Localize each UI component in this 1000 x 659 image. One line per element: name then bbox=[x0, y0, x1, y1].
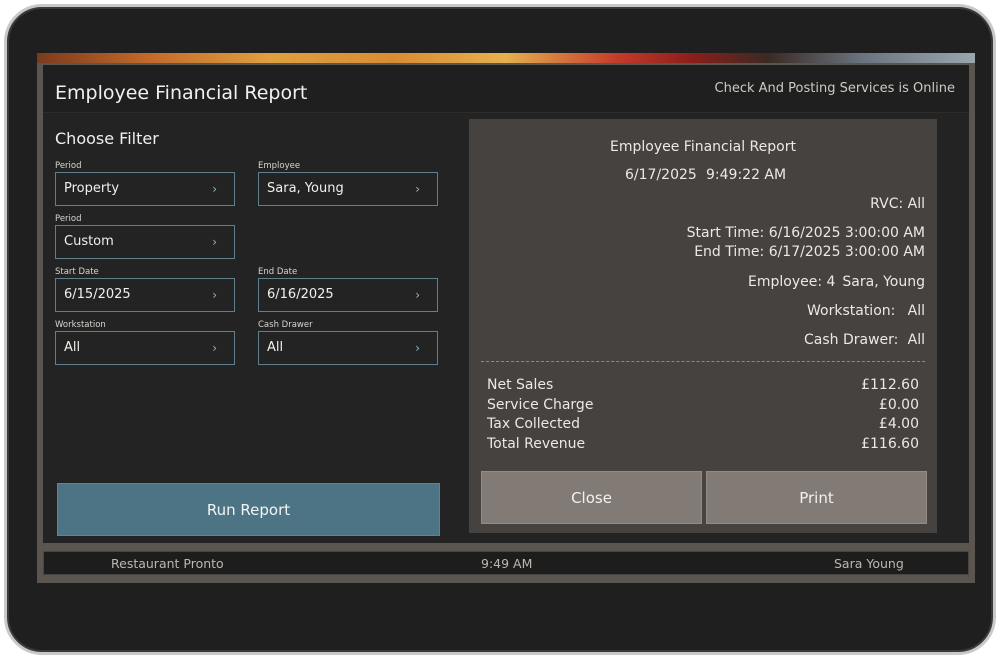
tax-collected-label: Tax Collected bbox=[487, 416, 580, 432]
chevron-right-icon: › bbox=[212, 341, 217, 355]
report-cash-drawer-label: Cash Drawer: bbox=[804, 332, 899, 348]
report-date: 6/17/2025 bbox=[625, 167, 697, 183]
period-label: Period bbox=[55, 161, 82, 171]
net-sales-value: £112.60 bbox=[861, 377, 919, 393]
report-title: Employee Financial Report bbox=[610, 139, 796, 155]
report-preview: Employee Financial Report 6/17/2025 9:49… bbox=[469, 119, 937, 533]
tablet-frame: Employee Financial Report Check And Post… bbox=[4, 4, 996, 655]
period-select[interactable]: Property › bbox=[55, 172, 235, 206]
chevron-right-icon: › bbox=[212, 288, 217, 302]
start-date-label: Start Date bbox=[55, 267, 99, 277]
total-revenue-label: Total Revenue bbox=[487, 436, 586, 452]
chevron-right-icon: › bbox=[212, 235, 217, 249]
print-button[interactable]: Print bbox=[706, 471, 927, 524]
end-date-value: 6/16/2025 bbox=[267, 287, 334, 302]
period-range-filter: Period Custom › bbox=[55, 214, 235, 259]
run-report-button[interactable]: Run Report bbox=[57, 483, 440, 536]
net-sales-label: Net Sales bbox=[487, 377, 554, 393]
filter-heading: Choose Filter bbox=[55, 129, 159, 148]
chevron-right-icon: › bbox=[415, 341, 420, 355]
end-date-filter: End Date 6/16/2025 › bbox=[258, 267, 438, 312]
start-date-select[interactable]: 6/15/2025 › bbox=[55, 278, 235, 312]
period-value: Property bbox=[64, 181, 120, 196]
chevron-right-icon: › bbox=[212, 182, 217, 196]
employee-value: Sara, Young bbox=[267, 181, 344, 196]
cash-drawer-select[interactable]: All › bbox=[258, 331, 438, 365]
employee-label: Employee bbox=[258, 161, 301, 171]
current-user: Sara Young bbox=[834, 556, 904, 571]
clock: 9:49 AM bbox=[481, 556, 533, 571]
report-start-time: Start Time: 6/16/2025 3:00:00 AM bbox=[686, 225, 925, 241]
status-bar: Restaurant Pronto 9:49 AM Sara Young bbox=[43, 551, 969, 575]
period-range-value: Custom bbox=[64, 234, 114, 249]
period-range-select[interactable]: Custom › bbox=[55, 225, 235, 259]
service-status: Check And Posting Services is Online bbox=[714, 81, 955, 96]
report-rvc: RVC: All bbox=[870, 196, 925, 212]
workstation-value: All bbox=[64, 340, 81, 355]
tax-collected-value: £4.00 bbox=[878, 416, 919, 432]
report-workstation-value: All bbox=[907, 303, 925, 319]
cash-drawer-label: Cash Drawer bbox=[258, 320, 313, 330]
screen: Employee Financial Report Check And Post… bbox=[37, 53, 975, 583]
page-title: Employee Financial Report bbox=[55, 82, 308, 104]
employee-select[interactable]: Sara, Young › bbox=[258, 172, 438, 206]
dialog-header: Employee Financial Report Check And Post… bbox=[43, 65, 969, 113]
report-employee-label: Employee: 4 bbox=[748, 274, 836, 290]
close-button[interactable]: Close bbox=[481, 471, 702, 524]
report-end-time: End Time: 6/17/2025 3:00:00 AM bbox=[694, 244, 925, 260]
total-revenue-value: £116.60 bbox=[861, 436, 919, 452]
cash-drawer-filter: Cash Drawer All › bbox=[258, 320, 438, 365]
report-cash-drawer-value: All bbox=[907, 332, 925, 348]
location-name: Restaurant Pronto bbox=[111, 556, 224, 571]
workstation-filter: Workstation All › bbox=[55, 320, 235, 365]
period-filter: Period Property › bbox=[55, 161, 235, 206]
employee-filter: Employee Sara, Young › bbox=[258, 161, 438, 206]
start-date-value: 6/15/2025 bbox=[64, 287, 131, 302]
end-date-label: End Date bbox=[258, 267, 298, 277]
end-date-select[interactable]: 6/16/2025 › bbox=[258, 278, 438, 312]
workstation-label: Workstation bbox=[55, 320, 106, 330]
chevron-right-icon: › bbox=[415, 182, 420, 196]
report-dialog: Employee Financial Report Check And Post… bbox=[43, 65, 969, 543]
report-time: 9:49:22 AM bbox=[706, 167, 787, 183]
workstation-select[interactable]: All › bbox=[55, 331, 235, 365]
chevron-right-icon: › bbox=[415, 288, 420, 302]
period-range-label: Period bbox=[55, 214, 82, 224]
cash-drawer-value: All bbox=[267, 340, 284, 355]
service-charge-label: Service Charge bbox=[487, 397, 594, 413]
decorative-banner bbox=[37, 53, 975, 63]
start-date-filter: Start Date 6/15/2025 › bbox=[55, 267, 235, 312]
report-workstation-label: Workstation: bbox=[807, 303, 896, 319]
service-charge-value: £0.00 bbox=[878, 397, 919, 413]
report-employee-name: Sara, Young bbox=[842, 274, 925, 290]
report-divider bbox=[481, 361, 925, 362]
